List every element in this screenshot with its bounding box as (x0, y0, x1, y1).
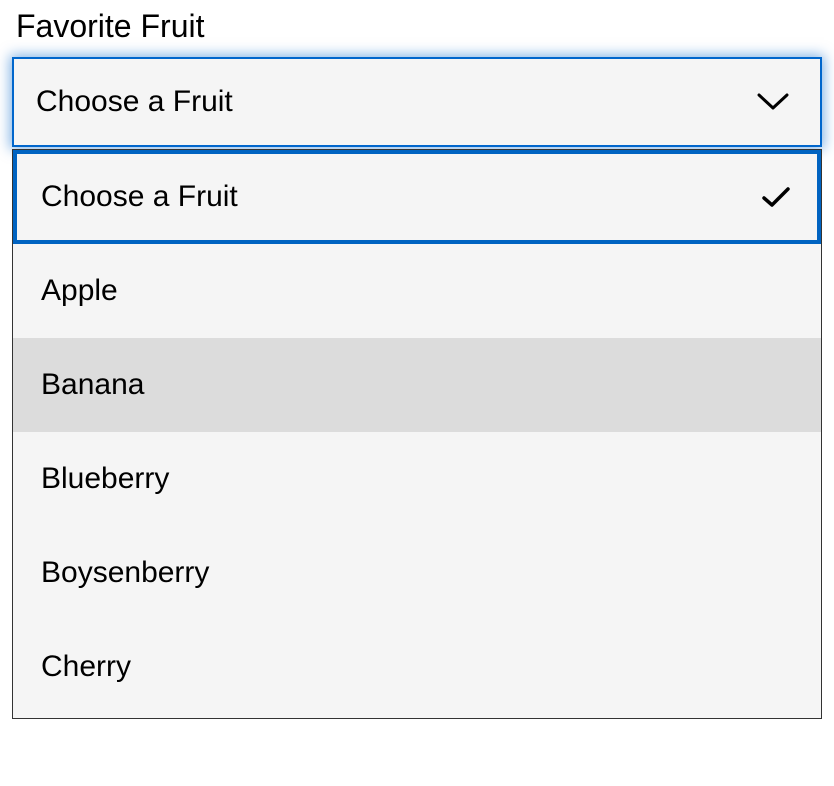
dropdown-option[interactable]: Banana (13, 338, 821, 432)
dropdown-option-label: Blueberry (41, 462, 169, 496)
select-trigger-text: Choose a Fruit (36, 85, 233, 119)
dropdown-option[interactable]: Cherry (13, 620, 821, 714)
dropdown-option[interactable]: Choose a Fruit (13, 150, 821, 244)
dropdown-option-label: Apple (41, 274, 118, 308)
dropdown-option-label: Banana (41, 368, 144, 402)
dropdown-option[interactable]: Blueberry (13, 432, 821, 526)
select-wrapper: Choose a Fruit Choose a FruitAppleBanana… (12, 57, 822, 147)
select-trigger[interactable]: Choose a Fruit (12, 57, 822, 147)
dropdown-option-label: Boysenberry (41, 556, 209, 590)
field-label: Favorite Fruit (12, 8, 822, 45)
dropdown-option[interactable]: Apple (13, 244, 821, 338)
dropdown-option[interactable]: Cranberry (13, 714, 821, 719)
dropdown-option[interactable]: Boysenberry (13, 526, 821, 620)
dropdown-option-label: Choose a Fruit (41, 180, 238, 214)
dropdown-listbox[interactable]: Choose a Fruit Apple Banana Blueberry Boysen… (12, 149, 822, 719)
check-icon (761, 185, 791, 209)
dropdown-option-label: Cherry (41, 650, 131, 684)
chevron-down-icon (756, 92, 790, 112)
